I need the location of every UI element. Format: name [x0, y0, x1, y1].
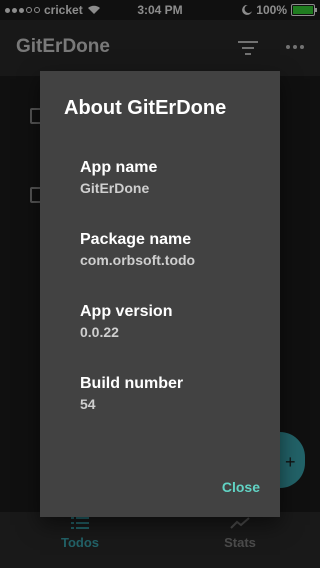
field-label: App name — [80, 159, 158, 176]
app-name-field: App name GitErDone — [80, 159, 157, 196]
field-value: 0.0.22 — [80, 324, 119, 340]
field-value: com.orbsoft.todo — [80, 252, 196, 268]
app-version-field: App version 0.0.22 — [80, 303, 172, 340]
field-label: Package name — [80, 231, 192, 248]
build-number-field: Build number 54 — [80, 375, 183, 412]
about-dialog: About GitErDone App name GitErDone Packa… — [40, 71, 280, 517]
package-name-field: Package name com.orbsoft.todo — [80, 231, 195, 268]
field-value: GitErDone — [80, 180, 150, 196]
field-value: 54 — [80, 396, 96, 412]
close-button[interactable]: Close — [222, 479, 260, 495]
field-label: Build number — [80, 375, 184, 392]
dialog-title: About GitErDone — [64, 97, 227, 119]
field-label: App version — [80, 303, 173, 320]
